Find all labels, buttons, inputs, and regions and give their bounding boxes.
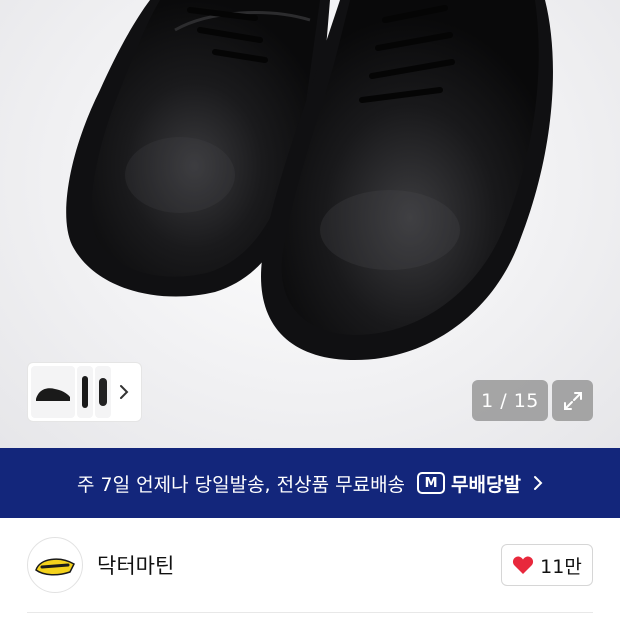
thumbnail-1[interactable] [31,366,75,418]
shoe-thumbnail-icon [36,388,70,401]
image-counter: 1 / 15 [472,380,548,421]
shipping-banner-text: 주 7일 언제나 당일발송, 전상품 무료배송 [77,473,406,496]
delivery-truck-icon: M [417,472,446,494]
brand-row[interactable]: 닥터마틴 11만 [0,518,620,612]
dr-martens-logo [35,558,75,576]
section-divider [27,612,593,613]
shoe-top-thumbnail-icon [99,378,107,406]
thumbnail-next-button[interactable] [113,366,135,418]
expand-button[interactable] [552,380,593,421]
shoe-side-thumbnail-icon [82,376,88,408]
product-image-gallery[interactable]: 1 / 15 [0,0,620,448]
thumbnail-2[interactable] [77,366,93,418]
like-count: 11만 [540,555,582,578]
chevron-right-icon [120,385,129,399]
shipping-banner[interactable]: 주 7일 언제나 당일발송, 전상품 무료배송 M 무배당발 [0,448,620,518]
thumbnail-strip[interactable] [27,362,142,422]
chevron-right-icon [533,476,543,490]
heart-icon [513,556,534,574]
expand-icon [563,391,582,410]
free-shipping-badge: M 무배당발 [417,470,521,497]
free-shipping-badge-label: 무배당발 [451,473,521,496]
brand-name[interactable]: 닥터마틴 [97,550,501,580]
thumbnail-3[interactable] [95,366,111,418]
like-button[interactable]: 11만 [501,544,593,586]
brand-logo[interactable] [27,537,83,593]
